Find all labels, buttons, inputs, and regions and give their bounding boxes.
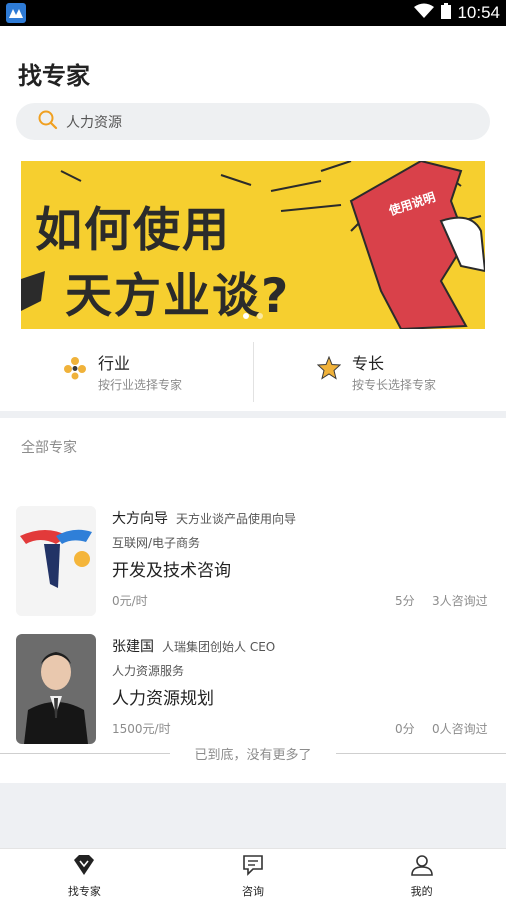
brand-logo-avatar: [16, 506, 96, 616]
status-bar: 10:54: [0, 0, 506, 26]
expert-field: 人力资源服务: [112, 664, 185, 678]
expert-card[interactable]: 张建国 人瑞集团创始人 CEO 人力资源服务 人力资源规划 1500元/时 0分…: [0, 634, 506, 746]
top-section: 找专家 人力资源 如何使用 天方业谈? 使用说明 行业 按行业选择专家 专长 按…: [0, 26, 506, 411]
expert-score: 5分: [395, 594, 415, 608]
search-icon: [38, 110, 58, 134]
category-title: 专长: [352, 354, 385, 373]
expert-field: 互联网/电子商务: [112, 536, 201, 550]
search-input[interactable]: 人力资源: [16, 103, 490, 140]
category-row: 行业 按行业选择专家 专长 按专长选择专家: [0, 342, 506, 402]
profile-icon: [410, 854, 434, 880]
category-subtitle: 按行业选择专家: [98, 378, 183, 392]
section-title: 全部专家: [21, 440, 77, 456]
tab-me[interactable]: 我的: [337, 849, 506, 900]
expert-name: 大方向导: [112, 511, 168, 527]
category-title: 行业: [98, 354, 131, 373]
carousel-dot: [257, 313, 263, 319]
status-time: 10:54: [457, 3, 500, 22]
end-of-list: 已到底，没有更多了: [0, 743, 506, 763]
expert-score: 0分: [395, 722, 415, 736]
carousel-dot-active: [243, 313, 249, 319]
search-placeholder: 人力资源: [66, 114, 122, 131]
expert-topic: 开发及技术咨询: [112, 561, 231, 581]
page-title: 找专家: [18, 62, 90, 90]
expert-card[interactable]: 大方向导 天方业谈产品使用向导 互联网/电子商务 开发及技术咨询 0元/时 5分…: [0, 506, 506, 618]
expert-price: 1500元/时: [112, 722, 171, 736]
expert-name: 张建国: [112, 639, 154, 655]
category-subtitle: 按专长选择专家: [352, 378, 437, 392]
divider: [336, 752, 506, 754]
tab-label: 找专家: [67, 885, 101, 898]
banner-line-1: 如何使用: [35, 203, 231, 258]
expert-price: 0元/时: [112, 594, 148, 608]
expert-consult-count: 3人咨询过: [432, 594, 488, 608]
expert-consult-count: 0人咨询过: [432, 722, 488, 736]
category-industry-button[interactable]: 行业 按行业选择专家: [0, 342, 253, 402]
expert-title: 天方业谈产品使用向导: [176, 512, 297, 526]
end-of-list-text: 已到底，没有更多了: [184, 743, 322, 763]
expert-topic: 人力资源规划: [112, 689, 214, 709]
find-expert-page: 找专家 人力资源 如何使用 天方业谈? 使用说明 行业 按行业选择专家 专长 按…: [0, 26, 506, 848]
tab-label: 我的: [410, 885, 433, 898]
expert-title: 人瑞集团创始人 CEO: [162, 640, 276, 654]
chat-icon: [241, 854, 265, 880]
battery-icon: [441, 3, 452, 23]
app-logo-icon: [6, 3, 26, 23]
category-specialty-button[interactable]: 专长 按专长选择专家: [253, 342, 506, 402]
carousel-indicator: [243, 313, 263, 319]
banner-carousel[interactable]: 如何使用 天方业谈? 使用说明: [21, 161, 485, 329]
wifi-icon: [413, 3, 435, 23]
divider: [0, 752, 170, 754]
industry-icon: [63, 356, 87, 380]
bottom-tab-bar: 找专家 咨询 我的: [0, 848, 506, 900]
tab-find-expert[interactable]: 找专家: [0, 849, 169, 900]
tab-consult[interactable]: 咨询: [169, 849, 338, 900]
person-photo-avatar: [16, 634, 96, 744]
tab-label: 咨询: [242, 885, 264, 898]
expert-list: 全部专家 大方向导 天方业谈产品使用向导 互联网/电子商务 开发及技术咨询 0元…: [0, 418, 506, 783]
star-icon: [316, 355, 342, 380]
diamond-icon: [72, 854, 96, 880]
